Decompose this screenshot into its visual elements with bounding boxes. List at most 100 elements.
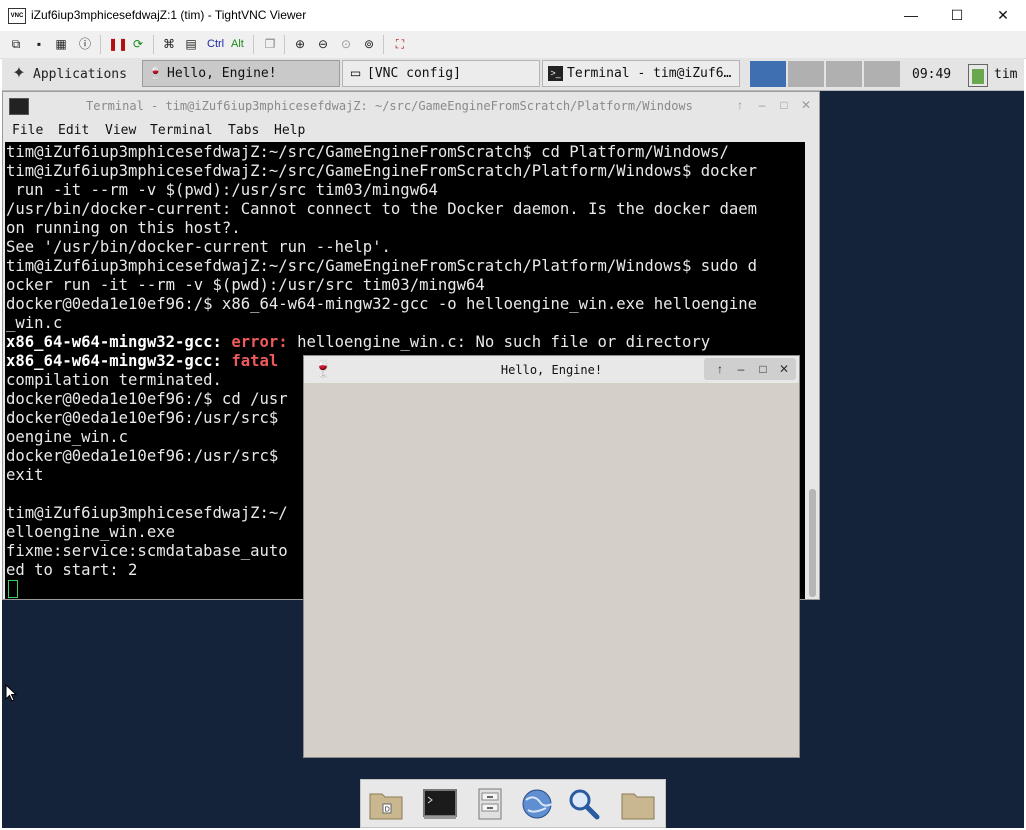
workspace-4[interactable] — [864, 61, 900, 87]
applications-label: Applications — [33, 67, 127, 82]
refresh-icon[interactable]: ⟳ — [130, 36, 146, 52]
options-icon[interactable]: ▦ — [53, 36, 69, 52]
zoom-out-icon[interactable]: ⊖ — [315, 36, 331, 52]
mouse-pointer-icon — [5, 684, 17, 702]
menu-tabs[interactable]: Tabs — [228, 123, 259, 138]
terminal-line: compilation terminated. — [6, 371, 222, 389]
terminal-line: docker@0eda1e10ef96:/$ cd /usr — [6, 390, 288, 408]
terminal-line: tim@iZuf6iup3mphicesefdwajZ:~/src/GameEn… — [6, 143, 729, 161]
vnc-title-bar: VNC iZuf6iup3mphicesefdwajZ:1 (tim) - Ti… — [0, 0, 1026, 31]
maximize-button[interactable]: □ — [755, 361, 771, 377]
terminal-line: docker@0eda1e10ef96:/usr/src$ — [6, 447, 279, 465]
shade-button[interactable]: ↑ — [733, 98, 747, 112]
fullscreen-icon[interactable]: ⛶ — [392, 36, 408, 52]
toolbar-divider — [284, 35, 285, 54]
terminal-line: _win.c — [6, 314, 63, 332]
taskbar-item-hello-engine[interactable]: 🍷 Hello, Engine! — [142, 60, 340, 87]
workspace-1[interactable] — [750, 61, 786, 87]
dock: D — [360, 779, 666, 828]
hello-engine-title-bar[interactable]: 🍷 Hello, Engine! ↑ – □ ✕ — [304, 356, 799, 383]
svg-text:D: D — [385, 806, 390, 814]
ctrl-key-button[interactable]: Ctrl — [207, 36, 224, 52]
zoom-fit-icon[interactable]: ⊚ — [361, 36, 377, 52]
maximize-button[interactable]: □ — [777, 98, 791, 112]
home-folder-icon[interactable]: D — [367, 786, 405, 822]
pause-icon[interactable]: ❚❚ — [108, 36, 128, 52]
file-cabinet-icon[interactable] — [471, 786, 509, 822]
menu-terminal[interactable]: Terminal — [150, 123, 213, 138]
terminal-line: on running on this host?. — [6, 219, 241, 237]
terminal-icon — [9, 98, 29, 115]
minimize-button[interactable]: — — [888, 0, 934, 31]
window-title: iZuf6iup3mphicesefdwajZ:1 (tim) - TightV… — [31, 8, 307, 22]
user-menu[interactable]: tim — [994, 67, 1017, 82]
hello-engine-window: 🍷 Hello, Engine! ↑ – □ ✕ — [303, 355, 800, 758]
top-panel: ✦ Applications 🍷 Hello, Engine! ▭ [VNC c… — [2, 58, 1024, 91]
folder-icon[interactable] — [619, 786, 657, 822]
remote-desktop: ✦ Applications 🍷 Hello, Engine! ▭ [VNC c… — [2, 58, 1024, 828]
fatal-keyword: fatal — [231, 352, 279, 370]
battery-icon[interactable] — [968, 64, 988, 87]
zoom-100-icon[interactable]: ⊙ — [338, 36, 354, 52]
menu-view[interactable]: View — [105, 123, 136, 138]
terminal-scrollbar[interactable] — [806, 142, 819, 599]
close-button[interactable]: ✕ — [980, 0, 1026, 31]
battery-level — [972, 69, 984, 84]
window-controls: ↑ – □ ✕ — [704, 358, 796, 380]
menu-edit[interactable]: Edit — [58, 123, 89, 138]
info-icon[interactable]: ⓘ — [77, 36, 93, 52]
workspace-2[interactable] — [788, 61, 824, 87]
applications-menu-button[interactable]: ✦ Applications — [2, 58, 140, 90]
terminal-line: fixme:service:scmdatabase_auto — [6, 542, 288, 560]
maximize-button[interactable]: ☐ — [934, 0, 980, 31]
workspace-3[interactable] — [826, 61, 862, 87]
zoom-in-icon[interactable]: ⊕ — [292, 36, 308, 52]
clock: 09:49 — [912, 67, 952, 82]
taskbar-item-label: Hello, Engine! — [167, 66, 277, 81]
alt-key-button[interactable]: Alt — [231, 36, 244, 52]
terminal-line: ed to start: 2 — [6, 561, 138, 579]
taskbar-item-label: Terminal - tim@iZuf6… — [567, 66, 732, 81]
web-browser-icon[interactable] — [518, 786, 556, 822]
menu-file[interactable]: File — [12, 123, 43, 138]
toolbar-divider — [100, 35, 101, 54]
hello-engine-client-area[interactable] — [306, 385, 797, 757]
taskbar-item-terminal[interactable]: >_ Terminal - tim@iZuf6… — [542, 60, 740, 87]
terminal-line: tim@iZuf6iup3mphicesefdwajZ:~/ — [6, 504, 288, 522]
terminal-line: elloengine_win.exe — [6, 523, 175, 541]
toolbar-divider — [383, 35, 384, 54]
terminal-line: ocker run -it --rm -v $(pwd):/usr/src ti… — [6, 276, 485, 294]
window-icon: ▭ — [349, 66, 362, 80]
terminal-icon: >_ — [548, 66, 563, 81]
start-menu-icon[interactable]: ▤ — [183, 36, 199, 52]
terminal-line: tim@iZuf6iup3mphicesefdwajZ:~/src/GameEn… — [6, 162, 758, 180]
minimize-button[interactable]: – — [733, 361, 749, 377]
ctrl-alt-del-icon[interactable]: ⌘ — [161, 36, 177, 52]
terminal-line: oengine_win.c — [6, 428, 129, 446]
copy-clipboard-icon[interactable]: ❐ — [262, 36, 278, 52]
save-icon[interactable]: ▪ — [31, 36, 47, 52]
terminal-line: docker@0eda1e10ef96:/usr/src$ — [6, 409, 279, 427]
taskbar-item-vnc-config[interactable]: ▭ [VNC config] — [342, 60, 540, 87]
terminal-line: exit — [6, 466, 44, 484]
error-program: x86_64-w64-mingw32-gcc: — [6, 333, 222, 351]
search-icon[interactable] — [565, 786, 603, 822]
applications-icon: ✦ — [12, 65, 26, 82]
error-message: helloengine_win.c: No such file or direc… — [297, 333, 711, 351]
scrollbar-thumb[interactable] — [809, 489, 816, 597]
close-button[interactable]: ✕ — [799, 98, 813, 112]
vnc-logo-icon: VNC — [8, 8, 26, 24]
terminal-menu-bar: File Edit View Terminal Tabs Help — [3, 120, 819, 142]
taskbar-item-label: [VNC config] — [367, 66, 461, 81]
terminal-line: docker@0eda1e10ef96:/$ x86_64-w64-mingw3… — [6, 295, 758, 313]
terminal-title-bar[interactable]: Terminal - tim@iZuf6iup3mphicesefdwajZ: … — [3, 92, 819, 120]
terminal-line: /usr/bin/docker-current: Cannot connect … — [6, 200, 758, 218]
close-button[interactable]: ✕ — [776, 361, 792, 377]
shade-button[interactable]: ↑ — [712, 361, 728, 377]
terminal-line: run -it --rm -v $(pwd):/usr/src tim03/mi… — [6, 181, 438, 199]
new-connection-icon[interactable]: ⧉ — [8, 36, 24, 52]
error-keyword: error: — [231, 333, 288, 351]
minimize-button[interactable]: – — [755, 98, 769, 112]
menu-help[interactable]: Help — [274, 123, 305, 138]
terminal-icon[interactable] — [421, 786, 459, 822]
